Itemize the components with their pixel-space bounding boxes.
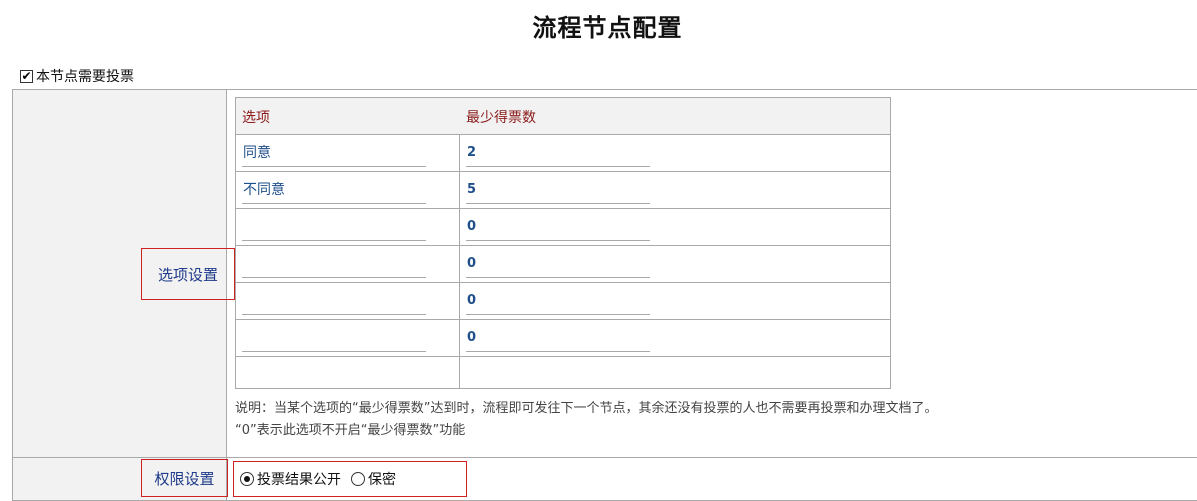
config-table: 选项设置 选项 最少得票数 同意 2 不同意 5 0 0 0 0 说明：当某个选… <box>12 89 1197 501</box>
min-votes-input[interactable]: 0 <box>466 291 650 315</box>
need-vote-checkbox-row[interactable]: ✔ 本节点需要投票 <box>20 66 134 86</box>
options-section-label: 选项设置 <box>141 248 235 300</box>
table-row: 0 <box>236 246 890 283</box>
option-input[interactable]: 不同意 <box>242 180 426 204</box>
options-table: 选项 最少得票数 同意 2 不同意 5 0 0 0 0 <box>235 97 891 389</box>
radio-button-selected[interactable] <box>240 472 254 486</box>
table-row: 0 <box>236 320 890 357</box>
radio-confidential[interactable]: 保密 <box>351 469 396 489</box>
header-option: 选项 <box>242 110 270 126</box>
table-row-empty <box>236 357 890 394</box>
min-votes-input[interactable]: 0 <box>466 328 650 352</box>
need-vote-checkbox[interactable]: ✔ <box>20 69 33 83</box>
options-note-line-2: “0”表示此选项不开启“最少得票数”功能 <box>235 423 466 438</box>
permission-section-label: 权限设置 <box>141 459 228 497</box>
min-votes-input[interactable]: 5 <box>466 180 650 204</box>
radio-confidential-label: 保密 <box>368 472 396 488</box>
option-input[interactable] <box>242 217 426 241</box>
table-row: 同意 2 <box>236 135 890 172</box>
table-row: 不同意 5 <box>236 172 890 209</box>
table-row: 0 <box>236 209 890 246</box>
option-input[interactable]: 同意 <box>242 143 426 167</box>
page-title: 流程节点配置 <box>532 14 683 42</box>
option-input[interactable] <box>242 328 426 352</box>
radio-public-results[interactable]: 投票结果公开 <box>240 469 341 489</box>
need-vote-label: 本节点需要投票 <box>36 69 134 85</box>
min-votes-input[interactable]: 0 <box>466 254 650 278</box>
options-table-header: 选项 最少得票数 <box>236 98 890 135</box>
option-input[interactable] <box>242 254 426 278</box>
header-min-votes: 最少得票数 <box>466 110 536 126</box>
radio-public-label: 投票结果公开 <box>257 472 341 488</box>
min-votes-input[interactable]: 2 <box>466 143 650 167</box>
table-row: 0 <box>236 283 890 320</box>
permission-radio-group: 投票结果公开 保密 <box>233 461 467 497</box>
section-divider <box>13 457 1197 458</box>
options-note-line-1: 说明：当某个选项的“最少得票数”达到时，流程即可发往下一个节点，其余还没有投票的… <box>235 401 938 416</box>
option-input[interactable] <box>242 291 426 315</box>
min-votes-input[interactable]: 0 <box>466 217 650 241</box>
options-note: 说明：当某个选项的“最少得票数”达到时，流程即可发往下一个节点，其余还没有投票的… <box>235 398 1195 442</box>
radio-button-unselected[interactable] <box>351 472 365 486</box>
